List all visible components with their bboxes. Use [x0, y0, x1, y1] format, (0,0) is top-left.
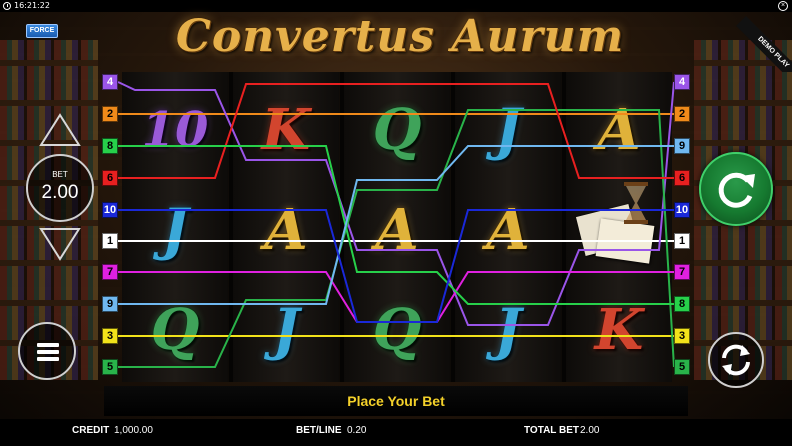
left-payline-marker-6[interactable]: 6	[102, 170, 118, 186]
symbol-glyph: Q	[150, 297, 200, 363]
right-payline-marker-9[interactable]: 9	[674, 138, 690, 154]
message-bar: Place Your Bet	[104, 386, 688, 416]
reel-symbol-j: J	[455, 80, 561, 180]
symbol-glyph: J	[161, 197, 189, 263]
symbol-glyph: A	[264, 197, 308, 263]
force-button[interactable]: FORCE	[26, 24, 58, 38]
bet-display: BET 2.00	[26, 154, 94, 222]
right-payline-marker-10[interactable]: 10	[674, 202, 690, 218]
total-bet-label: TOTAL BET	[524, 425, 579, 436]
clock-time: 16:21:22	[14, 1, 50, 10]
reel-symbol-10: 10	[122, 80, 228, 180]
bet-per-line-value: 0.20	[347, 425, 367, 436]
right-payline-marker-4[interactable]: 4	[674, 74, 690, 90]
left-payline-marker-10[interactable]: 10	[102, 202, 118, 218]
spin-button[interactable]	[699, 152, 773, 226]
symbol-glyph: K	[594, 297, 644, 363]
bet-per-line-label: BET/LINE	[296, 425, 342, 436]
autoplay-button[interactable]	[708, 332, 764, 388]
scroll-hourglass-scatter-symbol	[575, 182, 656, 266]
credit-value: 1,000.00	[114, 425, 153, 436]
right-payline-marker-7[interactable]: 7	[674, 264, 690, 280]
close-icon[interactable]: ×	[778, 1, 788, 11]
right-payline-marker-5[interactable]: 5	[674, 359, 690, 375]
reel-symbol-a: A	[233, 180, 339, 280]
symbol-glyph: Q	[372, 97, 422, 163]
symbol-glyph: J	[494, 297, 522, 363]
symbol-glyph: A	[597, 97, 641, 163]
bet-label: BET	[52, 170, 68, 179]
bet-decrease-arrow-icon[interactable]	[38, 226, 82, 262]
menu-icon	[37, 343, 59, 361]
spin-arrow-icon	[718, 172, 755, 208]
left-payline-marker-3[interactable]: 3	[102, 328, 118, 344]
right-payline-marker-2[interactable]: 2	[674, 106, 690, 122]
right-payline-marker-1[interactable]: 1	[674, 233, 690, 249]
reel-symbol-a: A	[344, 180, 450, 280]
info-bar: CREDIT 1,000.00 BET/LINE 0.20 TOTAL BET …	[0, 419, 792, 446]
bet-value: 2.00	[41, 182, 79, 203]
reel-symbol-q: Q	[344, 80, 450, 180]
symbol-glyph: Q	[372, 297, 422, 363]
left-payline-marker-8[interactable]: 8	[102, 138, 118, 154]
reel-symbol-j: J	[122, 180, 228, 280]
reel-symbol-q: Q	[344, 280, 450, 380]
credit-label: CREDIT	[72, 425, 110, 436]
right-payline-marker-6[interactable]: 6	[674, 170, 690, 186]
menu-button[interactable]	[18, 322, 76, 380]
left-payline-marker-7[interactable]: 7	[102, 264, 118, 280]
reel-symbol-q: Q	[122, 280, 228, 380]
reel-symbol-k: K	[566, 280, 672, 380]
symbol-glyph: 10	[141, 102, 209, 158]
reel-area: 10 J Q K A J Q A Q J A J A K	[122, 72, 672, 382]
autoplay-icon	[722, 344, 750, 376]
left-payline-marker-2[interactable]: 2	[102, 106, 118, 122]
left-payline-marker-1[interactable]: 1	[102, 233, 118, 249]
demo-play-ribbon: DEMO PLAY	[732, 12, 792, 72]
game-title: Convertus Aurum	[175, 11, 625, 62]
reel-symbol-j: J	[233, 280, 339, 380]
reel-symbol-a: A	[566, 80, 672, 180]
left-payline-marker-4[interactable]: 4	[102, 74, 118, 90]
symbol-glyph: A	[486, 197, 530, 263]
total-bet-value: 2.00	[580, 425, 600, 436]
reel-symbol-k: K	[233, 80, 339, 180]
bet-increase-arrow-icon[interactable]	[38, 112, 82, 148]
symbol-glyph: A	[375, 197, 419, 263]
right-payline-marker-3[interactable]: 3	[674, 328, 690, 344]
left-payline-marker-9[interactable]: 9	[102, 296, 118, 312]
demo-play-label: DEMO PLAY	[736, 16, 792, 72]
reel-symbol-a: A	[455, 180, 561, 280]
right-payline-marker-8[interactable]: 8	[674, 296, 690, 312]
symbol-glyph: K	[261, 97, 311, 163]
clock-icon	[3, 2, 11, 10]
left-payline-marker-5[interactable]: 5	[102, 359, 118, 375]
symbol-glyph: J	[494, 97, 522, 163]
reel-symbol-j: J	[455, 280, 561, 380]
symbol-glyph: J	[272, 297, 300, 363]
